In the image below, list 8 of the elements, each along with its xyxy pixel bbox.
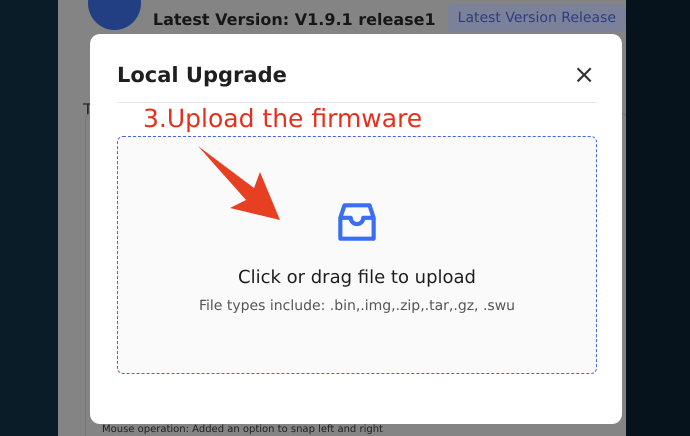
dialog-title: Local Upgrade <box>117 63 287 87</box>
latest-version-text: Latest Version: V1.9.1 release1 <box>152 10 436 28</box>
annotation-text: 3.Upload the firmware <box>143 104 422 133</box>
upload-title: Click or drag file to upload <box>238 267 476 288</box>
close-button[interactable]: × <box>571 62 597 88</box>
release-note-text: Mouse operation: Added an option to snap left and right <box>102 424 384 436</box>
upload-dropzone[interactable]: Click or drag file to upload File types include: .bin,.img,.zip,.tar,.gz, .swu <box>117 136 597 374</box>
file-types-hint: File types include: .bin,.img,.zip,.tar,.gz, .swu <box>198 298 516 314</box>
